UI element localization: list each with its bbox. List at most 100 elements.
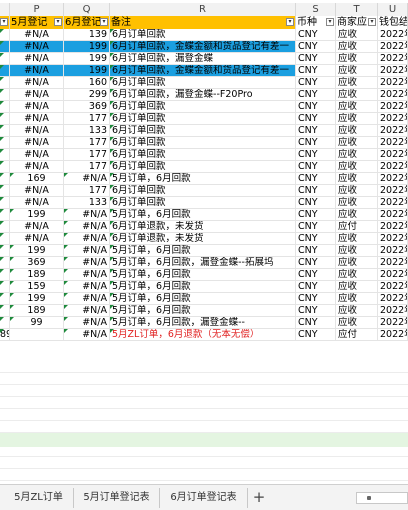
cell-left[interactable] [0,101,10,113]
cell-u[interactable]: 2022年 [378,185,408,197]
cell-p[interactable]: 159 [10,281,64,293]
cell-q[interactable]: 177 [64,185,110,197]
cell-q[interactable]: #N/A [64,209,110,221]
cell-u[interactable]: 2022年 [378,305,408,317]
cell-q[interactable]: 177 [64,161,110,173]
cell-q[interactable]: #N/A [64,233,110,245]
table-row[interactable]: #N/A1396月订单回款CNY应收2022年 [0,29,408,41]
cell-u[interactable]: 2022年 [378,29,408,41]
sheet-tab-6m-register[interactable]: 6月订单登记表 [160,488,248,508]
table-row[interactable]: 199#N/A5月订单，6月回款CNY应收2022年 [0,293,408,305]
cell-t[interactable]: 应收 [336,29,378,41]
cell-u[interactable]: 2022年 [378,41,408,53]
cell-left[interactable] [0,233,10,245]
cell-left[interactable] [0,221,10,233]
cell-q[interactable]: #N/A [64,269,110,281]
cell-s[interactable]: CNY [296,233,336,245]
cell-r[interactable]: 6月订单回款，金蝶金额和货品登记有差一 [110,41,296,53]
cell-s[interactable]: CNY [296,209,336,221]
table-row[interactable]: 169#N/A5月订单，6月回款CNY应收2022年 [0,173,408,185]
cell-left[interactable] [0,305,10,317]
cell-r[interactable]: 6月订单回款 [110,125,296,137]
cell-left[interactable] [0,149,10,161]
table-row[interactable]: 189#N/A5月订单，6月回款CNY应收2022年 [0,269,408,281]
cell-t[interactable]: 应收 [336,269,378,281]
cell-q[interactable]: 160 [64,77,110,89]
cell-left[interactable] [0,53,10,65]
cell-p[interactable]: 369 [10,257,64,269]
cell-t[interactable]: 应收 [336,125,378,137]
sheet-tab-5m-register[interactable]: 5月订单登记表 [74,488,160,508]
cell-s[interactable]: CNY [296,221,336,233]
cell-q[interactable]: #N/A [64,245,110,257]
cell-r[interactable]: 5月订单，6月回款 [110,305,296,317]
cell-t[interactable]: 应收 [336,173,378,185]
cell-s[interactable]: CNY [296,137,336,149]
cell-left[interactable] [0,65,10,77]
table-row[interactable]: #N/A1776月订单回款CNY应收2022年 [0,113,408,125]
cell-u[interactable]: 2022年 [378,161,408,173]
cell-r[interactable]: 5月订单，6月回款 [110,269,296,281]
cell-u[interactable]: 2022年 [378,329,408,341]
cell-u[interactable]: 2022年 [378,221,408,233]
filter-cell-prev[interactable]: ▾ [0,16,10,29]
cell-t[interactable]: 应收 [336,293,378,305]
filter-dropdown-icon[interactable]: ▾ [368,18,376,26]
cell-left[interactable] [0,77,10,89]
cell-t[interactable]: 应收 [336,209,378,221]
filter-dropdown-icon[interactable]: ▾ [54,18,62,26]
cell-p[interactable]: 99 [10,317,64,329]
cell-s[interactable]: CNY [296,125,336,137]
cell-p[interactable]: 189 [10,269,64,281]
cell-u[interactable]: 2022年 [378,257,408,269]
cell-q[interactable]: 199 [64,65,110,77]
cell-r[interactable]: 5月ZL订单，6月退款（无本无偿） [110,329,296,341]
cell-left[interactable] [0,113,10,125]
cell-s[interactable]: CNY [296,197,336,209]
cell-r[interactable]: 5月订单，6月回款，漏登金蝶--拓展坞 [110,257,296,269]
table-row[interactable]: #N/A3696月订单回款CNY应收2022年 [0,101,408,113]
cell-left[interactable] [0,257,10,269]
cell-p[interactable]: #N/A [10,185,64,197]
cell-t[interactable]: 应收 [336,113,378,125]
table-row[interactable]: 199#N/A5月订单，6月回款CNY应收2022年 [0,209,408,221]
cell-q[interactable]: 177 [64,113,110,125]
column-header-t[interactable]: T [336,3,378,16]
cell-left[interactable] [0,137,10,149]
cell-u[interactable]: 2022年 [378,269,408,281]
cell-q[interactable]: 299 [64,89,110,101]
column-header-u[interactable]: U [378,3,408,16]
cell-s[interactable]: CNY [296,257,336,269]
cell-u[interactable]: 2022年 [378,149,408,161]
cell-left[interactable] [0,281,10,293]
cell-s[interactable]: CNY [296,113,336,125]
cell-r[interactable]: 6月订单回款 [110,161,296,173]
cell-t[interactable]: 应收 [336,41,378,53]
cell-t[interactable]: 应收 [336,281,378,293]
cell-s[interactable]: CNY [296,245,336,257]
cell-left[interactable] [0,317,10,329]
filter-cell-merchant[interactable]: 商家应 ▾ [336,16,378,29]
cell-s[interactable]: CNY [296,41,336,53]
table-row[interactable]: #N/A#N/A6月订单退款，未发货CNY应收2022年 [0,233,408,245]
table-row[interactable]: 369#N/A5月订单，6月回款，漏登金蝶--拓展坞CNY应收2022年 [0,257,408,269]
table-row[interactable]: #N/A2996月订单回款，漏登金蝶--F20ProCNY应收2022年 [0,89,408,101]
cell-p[interactable]: #N/A [10,137,64,149]
horizontal-scrollbar[interactable] [356,492,408,504]
table-row[interactable]: #N/A1996月订单回款，金蝶金额和货品登记有差一CNY应收2022年 [0,65,408,77]
cell-t[interactable]: 应收 [336,137,378,149]
cell-r[interactable]: 5月订单，6月回款 [110,209,296,221]
cell-u[interactable]: 2022年 [378,317,408,329]
cell-r[interactable]: 5月订单，6月回款 [110,173,296,185]
table-row[interactable]: #N/A1336月订单回款CNY应收2022年 [0,197,408,209]
cell-t[interactable]: 应收 [336,317,378,329]
cell-q[interactable]: 199 [64,53,110,65]
filter-dropdown-icon[interactable]: ▾ [326,18,334,26]
cell-q[interactable]: #N/A [64,173,110,185]
cell-r[interactable]: 6月订单回款 [110,197,296,209]
filter-dropdown-icon[interactable]: ▾ [286,18,294,26]
cell-u[interactable]: 2022年 [378,281,408,293]
table-row[interactable]: 99#N/A5月订单，6月回款，漏登金蝶--CNY应收2022年 [0,317,408,329]
cell-q[interactable]: #N/A [64,281,110,293]
cell-s[interactable]: CNY [296,53,336,65]
